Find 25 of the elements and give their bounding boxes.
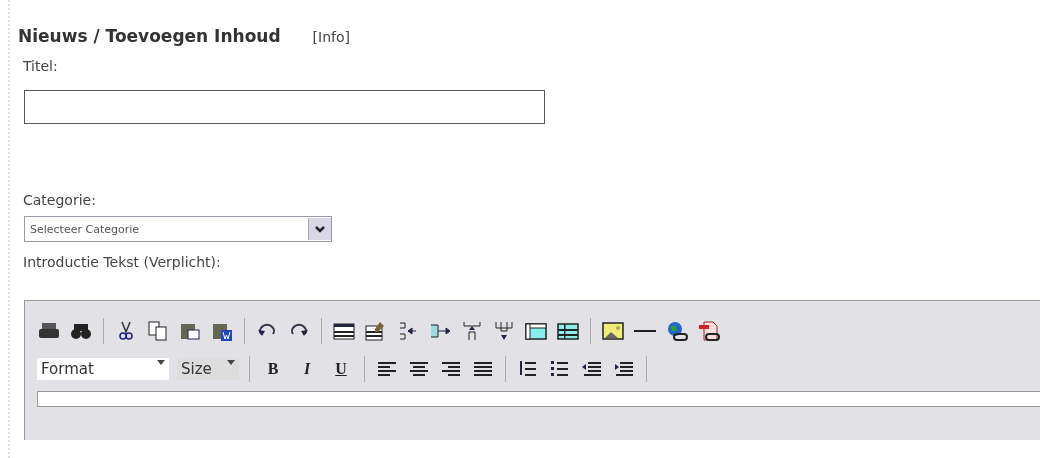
caret-icon bbox=[157, 360, 165, 366]
dropdown-icon bbox=[308, 218, 331, 240]
copy-icon[interactable] bbox=[146, 320, 170, 342]
table-icon[interactable] bbox=[332, 320, 356, 342]
format-select[interactable]: Format bbox=[37, 358, 169, 380]
image-icon[interactable] bbox=[601, 320, 625, 342]
size-select[interactable]: Size bbox=[177, 358, 239, 380]
insert-row-below-icon[interactable] bbox=[492, 320, 516, 342]
cell-properties-icon[interactable] bbox=[524, 320, 548, 342]
insert-row-above-icon[interactable] bbox=[460, 320, 484, 342]
bold-button[interactable]: B bbox=[260, 360, 286, 378]
underline-button[interactable]: U bbox=[328, 360, 354, 378]
globe-link-icon[interactable] bbox=[665, 320, 689, 342]
page-title: Nieuws / Toevoegen Inhoud bbox=[18, 26, 281, 46]
title-input[interactable] bbox=[24, 90, 545, 124]
category-select[interactable]: Selecteer Categorie bbox=[24, 216, 332, 242]
field-label: Titel: bbox=[23, 58, 59, 74]
caret-icon bbox=[227, 360, 235, 366]
document-link-icon[interactable] bbox=[697, 320, 721, 342]
field-label: Categorie: bbox=[23, 192, 97, 208]
editor-area[interactable] bbox=[37, 391, 1040, 407]
italic-button[interactable]: I bbox=[294, 360, 320, 378]
table-grid-icon[interactable] bbox=[556, 320, 580, 342]
field-label: Introductie Tekst (Verplicht): bbox=[23, 254, 222, 270]
info-link[interactable]: [Info] bbox=[312, 29, 351, 45]
